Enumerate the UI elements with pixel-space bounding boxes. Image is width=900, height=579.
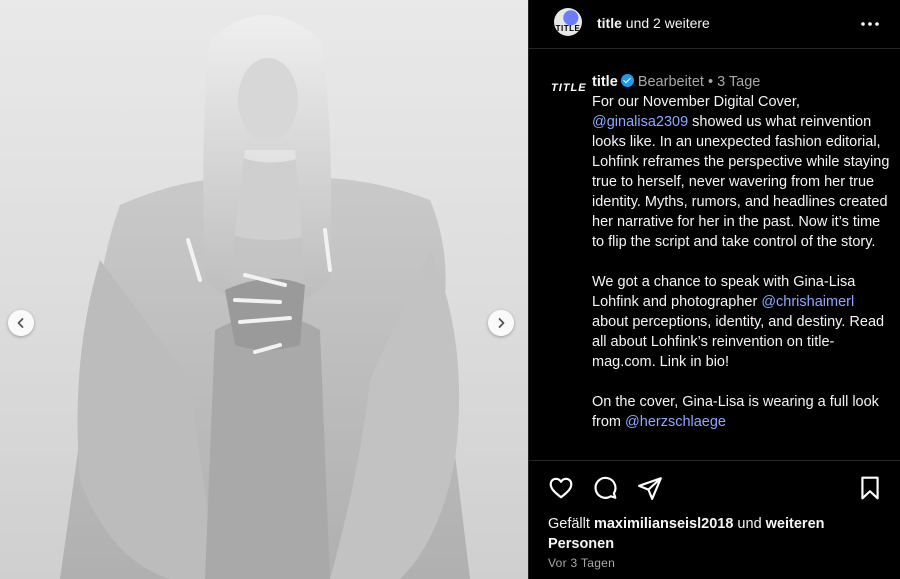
caption-scroll-area[interactable]: TITLE title Bearbeitet • 3 Tage For our … (529, 60, 900, 460)
share-icon[interactable] (637, 475, 663, 501)
likes-summary[interactable]: Gefällt maximilianseisl2018 und weiteren… (548, 514, 888, 554)
bookmark-icon[interactable] (857, 475, 883, 501)
actions-divider (529, 460, 900, 461)
caption-p2-text-b: about perceptions, identity, and destiny… (592, 314, 885, 370)
caption-paragraph-2: We got a chance to speak with Gina-Lisa … (592, 272, 892, 372)
mention-link[interactable]: @chrishaimerl (761, 294, 854, 310)
caption-username[interactable]: title (592, 74, 618, 90)
caption-p1-text-a: For our November Digital Cover, (592, 94, 800, 110)
meta-separator: • (707, 74, 714, 90)
heart-icon[interactable] (548, 475, 574, 501)
post-header: TITLE title und 2 weitere (529, 0, 900, 49)
post-side-panel: TITLE title und 2 weitere TITLE title Be… (528, 0, 900, 579)
header-account-line: title und 2 weitere (597, 15, 710, 31)
caption-p1-text-b: showed us what reinvention looks like. I… (592, 114, 890, 250)
chevron-left-icon (17, 318, 24, 328)
avatar-logo-text: TITLE (555, 24, 581, 33)
action-bar (529, 475, 900, 505)
photo-illustration (60, 15, 470, 579)
likes-prefix: Gefällt (548, 516, 594, 532)
post-timestamp[interactable]: Vor 3 Tagen (548, 556, 615, 570)
post-age: 3 Tage (717, 74, 761, 90)
post-photo[interactable] (0, 0, 528, 579)
edited-label: Bearbeitet (637, 74, 704, 90)
account-avatar[interactable]: TITLE (554, 8, 582, 36)
header-collaborators[interactable]: und 2 weitere (626, 15, 710, 31)
header-account-name[interactable]: title (597, 15, 622, 31)
more-icon[interactable] (859, 14, 881, 34)
likes-user[interactable]: maximilianseisl2018 (594, 516, 733, 532)
likes-middle: und (733, 516, 766, 532)
previous-image-button[interactable] (8, 310, 34, 336)
mention-link[interactable]: @ginalisa2309 (592, 114, 688, 130)
mention-link[interactable]: @herzschlaege (625, 414, 726, 430)
comment-icon[interactable] (592, 475, 618, 501)
caption: title Bearbeitet • 3 Tage For our Novemb… (592, 72, 892, 432)
caption-avatar[interactable]: TITLE (551, 82, 587, 94)
next-image-button[interactable] (488, 310, 514, 336)
caption-paragraph-3: On the cover, Gina-Lisa is wearing a ful… (592, 392, 892, 432)
verified-icon (620, 74, 634, 87)
chevron-right-icon (498, 318, 505, 328)
